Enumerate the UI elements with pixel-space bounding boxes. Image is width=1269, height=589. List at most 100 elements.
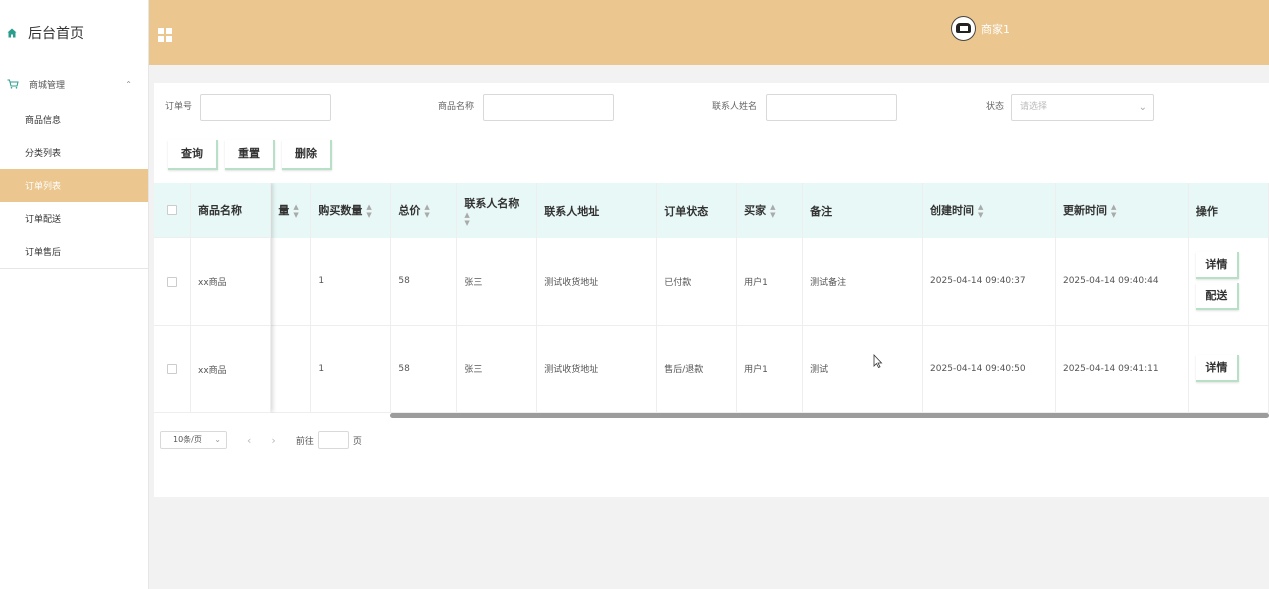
- header-partial-label: 量: [278, 204, 290, 217]
- select-all-checkbox[interactable]: [167, 205, 177, 215]
- header-updated-at-label: 更新时间: [1062, 204, 1107, 217]
- avatar: [951, 16, 976, 41]
- header-total-label: 总价: [398, 204, 421, 217]
- status-label: 状态: [986, 102, 1005, 112]
- delete-button[interactable]: 删除: [282, 140, 332, 170]
- cell-actions: 详情: [1188, 325, 1269, 413]
- cell-partial: [270, 325, 312, 413]
- cell-order-status: 售后/退款: [656, 325, 738, 413]
- cell-buyer: 用户1: [736, 238, 804, 326]
- sort-icon[interactable]: ▲ ▼: [1111, 203, 1116, 219]
- next-page-icon[interactable]: ›: [271, 434, 275, 447]
- deliver-button[interactable]: 配送: [1195, 283, 1239, 311]
- page-size-select[interactable]: 10条/页 ⌄: [160, 431, 227, 449]
- search-form: 订单号 商品名称 联系人姓名 状态 请选择 ⌄: [154, 94, 1269, 121]
- order-table: 量 ▲ ▼ 购买数量 ▲ ▼ 总价 ▲ ▼ 联系人名称 ▲ ▼ 联系人地址 订单状态 买家 ▲ ▼ …: [154, 183, 1269, 413]
- contact-name-input[interactable]: [766, 94, 897, 121]
- sidebar-group-label: 商城管理: [29, 80, 66, 91]
- header-quantity[interactable]: 购买数量 ▲ ▼: [310, 183, 392, 238]
- header-created-at-label: 创建时间: [930, 204, 975, 217]
- prev-page-icon[interactable]: ‹: [247, 434, 251, 447]
- sidebar-item-order-aftersale[interactable]: 订单售后: [0, 235, 148, 268]
- main-panel: 订单号 商品名称 联系人姓名 状态 请选择 ⌄ 查询 重置 删除 量 ▲ ▼ 购买数…: [154, 83, 1269, 497]
- horizontal-scrollbar[interactable]: [390, 413, 1269, 418]
- cart-icon: [7, 79, 19, 89]
- row-checkbox-cell: [154, 326, 191, 413]
- chevron-down-icon: ⌄: [1138, 102, 1147, 113]
- cell-remark: 测试备注: [802, 238, 924, 326]
- chevron-down-icon: ⌄: [214, 435, 221, 444]
- sidebar-home-label: 后台首页: [28, 25, 84, 42]
- detail-button[interactable]: 详情: [1195, 355, 1239, 382]
- header-actions: 操作: [1188, 183, 1269, 238]
- header-created-at[interactable]: 创建时间 ▲ ▼: [922, 183, 1056, 238]
- cell-buyer: 用户1: [736, 325, 804, 413]
- action-buttons: 查询 重置 删除: [168, 140, 332, 170]
- goto-page-input[interactable]: [317, 431, 349, 449]
- fixed-cell-product-name: xx商品: [191, 238, 271, 326]
- sidebar-item-order-delivery[interactable]: 订单配送: [0, 202, 148, 235]
- cell-quantity: 1: [310, 238, 392, 326]
- cell-contact-name: 张三: [456, 238, 538, 326]
- table-row: 1 58 张三 测试收货地址 售后/退款 用户1 测试 2025-04-14 0…: [154, 325, 1269, 413]
- cell-updated-at: 2025-04-14 09:40:44: [1055, 238, 1189, 326]
- sidebar-item-order-list[interactable]: 订单列表: [0, 169, 148, 202]
- status-select[interactable]: 请选择 ⌄: [1011, 94, 1154, 121]
- sidebar-group-mall[interactable]: 商城管理 ⌃: [0, 65, 148, 103]
- product-name-label: 商品名称: [438, 102, 475, 112]
- fixed-header-product-name: 商品名称: [191, 183, 271, 238]
- sidebar-item-product-info[interactable]: 商品信息: [0, 103, 148, 136]
- order-no-input[interactable]: [200, 94, 331, 121]
- table-header-row: 量 ▲ ▼ 购买数量 ▲ ▼ 总价 ▲ ▼ 联系人名称 ▲ ▼ 联系人地址 订单状态 买家 ▲ ▼ …: [154, 183, 1269, 238]
- cell-partial: [270, 238, 312, 326]
- sort-icon[interactable]: ▲ ▼: [424, 203, 429, 219]
- header-updated-at[interactable]: 更新时间 ▲ ▼: [1055, 183, 1189, 238]
- pagination: 10条/页 ⌄ ‹ › 前往 页: [160, 431, 362, 449]
- sidebar-item-label: 订单配送: [25, 215, 62, 225]
- cell-total: 58: [390, 325, 458, 413]
- cell-contact-address: 测试收货地址: [536, 238, 658, 326]
- header-contact-address: 联系人地址: [536, 183, 658, 238]
- detail-button[interactable]: 详情: [1195, 252, 1239, 280]
- username: 商家1: [981, 22, 1010, 36]
- sidebar-item-label: 订单列表: [25, 182, 62, 192]
- sort-icon[interactable]: ▲ ▼: [770, 203, 775, 219]
- sidebar-item-label: 订单售后: [25, 248, 62, 258]
- header-buyer[interactable]: 买家 ▲ ▼: [736, 183, 804, 238]
- cell-contact-address: 测试收货地址: [536, 325, 658, 413]
- sort-icon[interactable]: ▲ ▼: [978, 203, 983, 219]
- header-order-status: 订单状态: [656, 183, 738, 238]
- cell-total: 58: [390, 238, 458, 326]
- fixed-cell-product-name: xx商品: [191, 326, 271, 413]
- cell-quantity: 1: [310, 325, 392, 413]
- contact-name-label: 联系人姓名: [712, 102, 758, 112]
- reset-button[interactable]: 重置: [225, 140, 275, 170]
- sidebar-item-label: 分类列表: [25, 149, 62, 159]
- user-menu[interactable]: 商家1: [951, 16, 1010, 41]
- query-button[interactable]: 查询: [168, 140, 218, 170]
- product-name-input[interactable]: [483, 94, 614, 121]
- row-checkbox[interactable]: [167, 276, 177, 287]
- sort-icon[interactable]: ▲ ▼: [366, 203, 371, 219]
- status-placeholder: 请选择: [1020, 102, 1048, 112]
- sidebar: 后台首页 商城管理 ⌃ 商品信息 分类列表 订单列表 订单配送 订单售后: [0, 0, 149, 589]
- cell-updated-at: 2025-04-14 09:41:11: [1055, 325, 1189, 413]
- page-size-label: 10条/页: [173, 435, 202, 444]
- row-checkbox[interactable]: [167, 364, 177, 374]
- sort-icon[interactable]: ▲ ▼: [464, 211, 469, 227]
- sidebar-item-category-list[interactable]: 分类列表: [0, 136, 148, 169]
- home-icon: [7, 28, 17, 37]
- header-remark: 备注: [802, 183, 924, 238]
- order-table-body: 量 ▲ ▼ 购买数量 ▲ ▼ 总价 ▲ ▼ 联系人名称 ▲ ▼ 联系人地址 订单状态 买家 ▲ ▼ …: [154, 183, 1269, 413]
- sort-icon[interactable]: ▲ ▼: [293, 203, 298, 219]
- cell-actions: 详情 配送: [1188, 238, 1269, 326]
- header-contact-name[interactable]: 联系人名称 ▲ ▼: [456, 183, 538, 238]
- goto-suffix: 页: [352, 436, 362, 447]
- header-partial[interactable]: 量 ▲ ▼: [270, 183, 312, 238]
- goto-prefix: 前往: [295, 436, 314, 447]
- menu-grid-icon[interactable]: [158, 28, 172, 42]
- order-no-label: 订单号: [165, 102, 193, 112]
- header-total[interactable]: 总价 ▲ ▼: [390, 183, 458, 238]
- table-row: 1 58 张三 测试收货地址 已付款 用户1 测试备注 2025-04-14 0…: [154, 238, 1269, 326]
- sidebar-home[interactable]: 后台首页: [0, 0, 148, 65]
